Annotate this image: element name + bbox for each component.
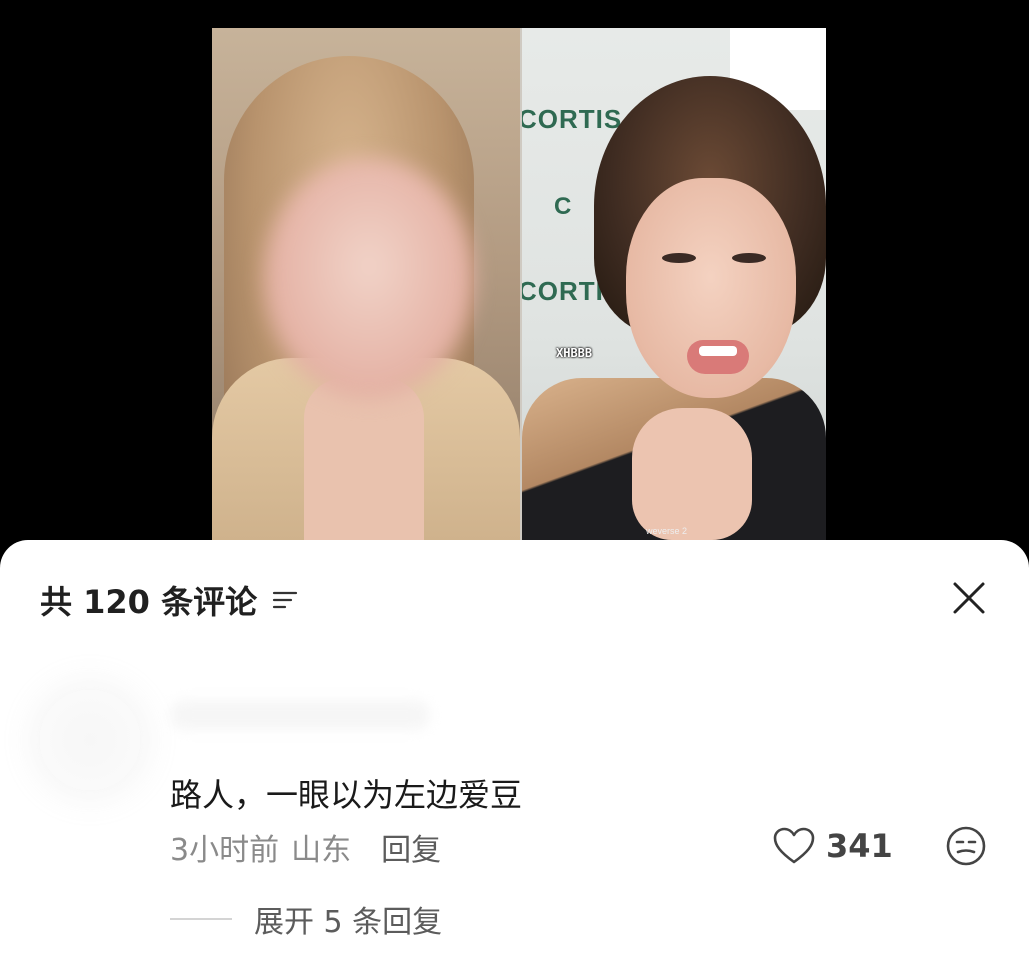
sort-lines-icon[interactable] xyxy=(271,586,299,614)
video-source-tag: weverse 2 xyxy=(646,526,688,536)
video-pane-right: CORTIS C CORTIS XHBBB weverse 2 xyxy=(522,28,826,540)
wall-logo-short: C xyxy=(554,193,573,220)
comments-header: 共 120 条评论 xyxy=(40,578,299,622)
comments-count-title: 共 120 条评论 xyxy=(40,583,258,621)
left-person-blurred-face xyxy=(264,158,474,398)
close-icon[interactable] xyxy=(949,578,989,618)
expand-replies-label: 展开 5 条回复 xyxy=(254,905,443,940)
like-button[interactable]: 341 xyxy=(772,826,893,866)
expand-replies-button[interactable]: 展开 5 条回复 xyxy=(170,897,442,941)
video-pane-left xyxy=(212,28,520,540)
comment-location: 山东 xyxy=(291,833,352,868)
video-area[interactable]: CORTIS C CORTIS XHBBB weverse 2 xyxy=(0,0,1029,560)
right-person-eye xyxy=(662,253,696,263)
comment-meta: 3小时前 山东 回复 xyxy=(170,825,441,869)
comment-text: 路人，一眼以为左边爱豆 xyxy=(170,776,523,814)
reply-button[interactable]: 回复 xyxy=(381,825,441,869)
commenter-name-redacted[interactable] xyxy=(170,700,430,730)
video-watermark: XHBBB xyxy=(556,346,593,360)
heart-outline-icon[interactable] xyxy=(772,826,816,866)
right-person-hand xyxy=(632,408,752,540)
like-count: 341 xyxy=(826,827,893,865)
comment-time: 3小时前 xyxy=(170,833,280,868)
comments-sheet: 共 120 条评论 路人，一眼以为左边爱豆 3小时前 山东 回复 341 展开 … xyxy=(0,540,1029,960)
video-frame[interactable]: CORTIS C CORTIS XHBBB weverse 2 xyxy=(212,28,826,540)
commenter-avatar[interactable] xyxy=(40,690,140,790)
right-person-eye xyxy=(732,253,766,263)
emoji-face-icon[interactable] xyxy=(945,825,987,867)
expand-divider-line xyxy=(170,918,232,920)
right-person-mouth xyxy=(687,340,749,374)
left-person-neck xyxy=(304,378,424,540)
wall-logo-text: CORTIS xyxy=(522,104,623,134)
